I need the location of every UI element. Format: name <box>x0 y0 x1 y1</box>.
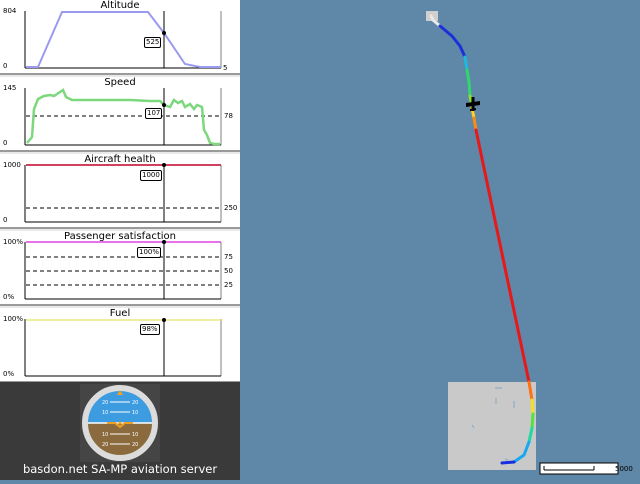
health-panel: Aircraft health 1000 0 1000 250 <box>0 154 240 229</box>
fuel-panel: Fuel 100% 0% 98% <box>0 308 240 383</box>
attitude-indicator-icon: 10 10 20 20 10 10 20 20 <box>80 384 160 462</box>
health-value: 1000 <box>140 170 162 181</box>
speed-value: 107 <box>145 108 163 119</box>
altitude-value: 525 <box>144 37 162 48</box>
altitude-chart <box>24 11 222 69</box>
fuel-chart <box>24 318 222 377</box>
health-chart <box>24 163 222 223</box>
altitude-panel: Altitude 804 0 525 5 <box>0 0 240 75</box>
health-ref-label: 250 <box>224 204 238 212</box>
satisfaction-ref-50: 50 <box>224 267 233 275</box>
satisfaction-ref-25: 25 <box>224 281 233 289</box>
flight-map[interactable]: 5000 <box>240 0 640 480</box>
svg-text:10: 10 <box>132 410 138 416</box>
satisfaction-chart <box>24 240 222 300</box>
svg-text:10: 10 <box>102 410 108 416</box>
speed-ref-label: 78 <box>224 112 233 120</box>
footer: 10 10 20 20 10 10 20 20 basdon.net SA-MP… <box>0 382 240 480</box>
footer-server-text: basdon.net SA-MP aviation server <box>22 462 218 476</box>
svg-text:20: 20 <box>132 400 138 406</box>
altitude-ref-label: 5 <box>223 64 228 72</box>
svg-text:10: 10 <box>102 432 108 438</box>
flight-path-map <box>426 11 619 475</box>
map-scale-bar <box>539 462 619 475</box>
speed-chart <box>24 88 222 146</box>
sidebar-panel: Altitude 804 0 525 5 Speed 145 0 107 78 <box>0 0 240 480</box>
satisfaction-panel: Passenger satisfaction 100% 0% 100% 75 5… <box>0 231 240 306</box>
satisfaction-value: 100% <box>137 247 162 258</box>
satisfaction-ref-75: 75 <box>224 253 233 261</box>
fuel-value: 98% <box>140 324 160 335</box>
airplane-icon <box>466 97 480 111</box>
speed-panel: Speed 145 0 107 78 <box>0 77 240 152</box>
svg-text:20: 20 <box>102 400 108 406</box>
svg-text:10: 10 <box>132 432 138 438</box>
map-scale-label: 5000 <box>615 465 633 473</box>
svg-text:20: 20 <box>102 442 108 448</box>
svg-text:20: 20 <box>132 442 138 448</box>
